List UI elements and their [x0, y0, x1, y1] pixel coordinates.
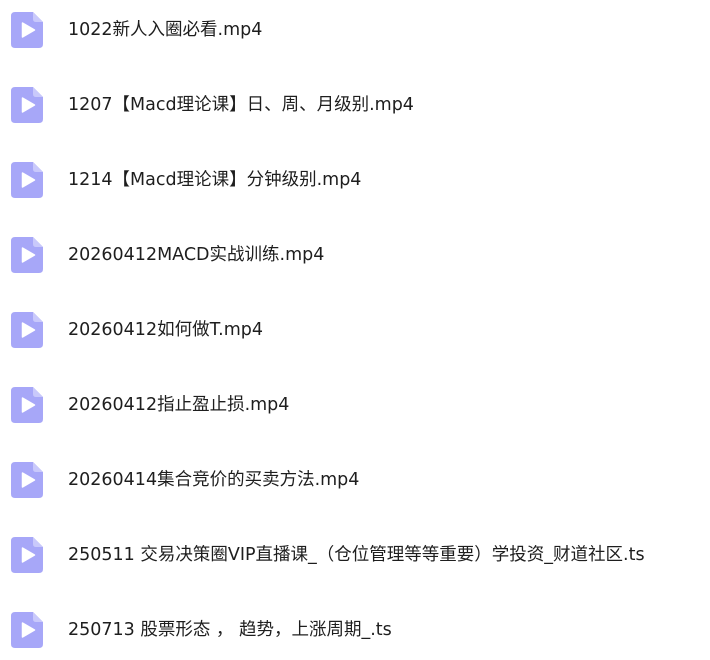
file-name: 1214【Macd理论课】分钟级别.mp4 — [68, 170, 362, 190]
file-name: 20260412MACD实战训练.mp4 — [68, 245, 325, 265]
file-name: 20260412指止盈止损.mp4 — [68, 395, 290, 415]
video-file-icon — [11, 537, 43, 573]
video-file-icon — [11, 462, 43, 498]
file-row[interactable]: 20260412如何做T.mp4 — [0, 300, 710, 360]
file-name: 20260414集合竞价的买卖方法.mp4 — [68, 470, 360, 490]
file-row[interactable]: 250713 股票形态 ， 趋势，上涨周期_.ts — [0, 600, 710, 660]
file-row[interactable]: 20260414集合竞价的买卖方法.mp4 — [0, 450, 710, 510]
file-name: 1207【Macd理论课】日、周、月级别.mp4 — [68, 95, 414, 115]
file-row[interactable]: 1214【Macd理论课】分钟级别.mp4 — [0, 150, 710, 210]
video-file-icon — [11, 237, 43, 273]
file-name: 1022新人入圈必看.mp4 — [68, 20, 263, 40]
file-name: 250511 交易决策圈VIP直播课_（仓位管理等等重要）学投资_财道社区.ts — [68, 545, 645, 565]
file-row[interactable]: 1207【Macd理论课】日、周、月级别.mp4 — [0, 75, 710, 135]
video-file-icon — [11, 312, 43, 348]
file-list: 1022新人入圈必看.mp4 1207【Macd理论课】日、周、月级别.mp4 … — [0, 0, 710, 654]
video-file-icon — [11, 387, 43, 423]
video-file-icon — [11, 12, 43, 48]
video-file-icon — [11, 612, 43, 648]
video-file-icon — [11, 87, 43, 123]
file-name: 250713 股票形态 ， 趋势，上涨周期_.ts — [68, 620, 392, 640]
file-row[interactable]: 20260412MACD实战训练.mp4 — [0, 225, 710, 285]
file-name: 20260412如何做T.mp4 — [68, 320, 264, 340]
video-file-icon — [11, 162, 43, 198]
file-row[interactable]: 1022新人入圈必看.mp4 — [0, 0, 710, 60]
file-row[interactable]: 250511 交易决策圈VIP直播课_（仓位管理等等重要）学投资_财道社区.ts — [0, 525, 710, 585]
file-row[interactable]: 20260412指止盈止损.mp4 — [0, 375, 710, 435]
